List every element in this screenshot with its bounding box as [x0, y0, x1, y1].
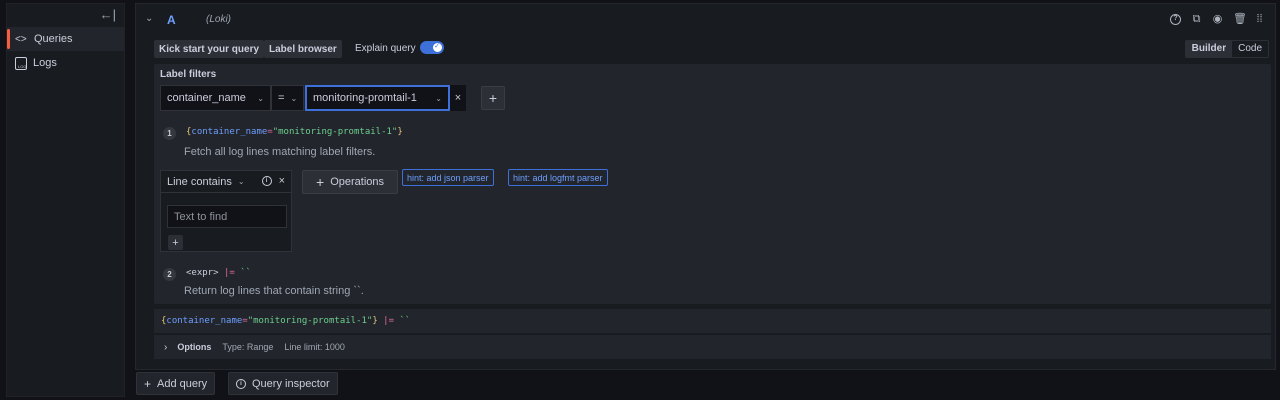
code-key: container_name [166, 316, 243, 326]
logs-icon [15, 56, 27, 70]
query-options-row[interactable]: › Options Type: Range Line limit: 1000 [154, 335, 1271, 359]
query-inspector-button[interactable]: i Query inspector [228, 372, 338, 395]
code-operator: |= [223, 268, 235, 278]
options-type: Type: Range [222, 342, 274, 352]
step-number: 2 [163, 268, 176, 281]
code-string: `` [240, 268, 252, 278]
step-description: Return log lines that contain string ``. [184, 285, 364, 297]
hint-logfmt-parser[interactable]: hint: add logfmt parser [508, 169, 608, 186]
chevron-down-icon: ⌄ [257, 93, 264, 103]
add-operation-button[interactable]: + Operations [302, 170, 398, 194]
operation-header: Line contains ⌄ i × [161, 171, 291, 193]
operation-title[interactable]: Line contains [167, 176, 232, 188]
value-select-value: monitoring-promtail-1 [313, 92, 417, 104]
code-mode-button[interactable]: Code [1232, 41, 1268, 57]
chevron-down-icon[interactable]: ⌄ [238, 177, 245, 186]
chevron-down-icon: ⌄ [435, 93, 442, 103]
raw-query-preview: {container_name = "monitoring-promtail-1"}… [154, 309, 1271, 333]
query-inspector-label: Query inspector [252, 377, 330, 390]
info-icon[interactable]: i [261, 176, 272, 186]
help-icon[interactable]: ? [1170, 14, 1181, 25]
operations-label: Operations [330, 176, 384, 188]
label-select-value: container_name [167, 92, 246, 104]
sidebar-item-logs[interactable]: Logs [7, 51, 124, 75]
operator-select[interactable]: = ⌄ [271, 85, 304, 111]
operation-card: Line contains ⌄ i × + [160, 170, 292, 252]
hint-json-parser[interactable]: hint: add json parser [402, 169, 494, 186]
collapse-sidebar-icon[interactable]: ←| [100, 7, 116, 22]
datasource-name: (Loki) [206, 14, 232, 25]
info-icon: i [236, 378, 246, 389]
chevron-down-icon: ⌄ [290, 93, 298, 103]
add-filter-button[interactable]: + [481, 86, 505, 110]
trash-icon[interactable]: 🗑 [1233, 14, 1247, 25]
sidebar-item-queries[interactable]: <> Queries [7, 27, 124, 51]
plus-icon: + [316, 174, 325, 190]
query-ref-id[interactable]: A [167, 13, 176, 27]
remove-filter-button[interactable]: × [450, 85, 466, 111]
operator-select-value: = [278, 92, 285, 104]
operation-actions: i × [261, 175, 285, 187]
explain-query-label: Explain query [355, 43, 416, 54]
step-description: Fetch all log lines matching label filte… [184, 146, 376, 158]
label-select[interactable]: container_name ⌄ [160, 85, 271, 111]
value-select[interactable]: monitoring-promtail-1 ⌄ [305, 85, 450, 111]
code-operator: |= [383, 316, 395, 326]
add-param-button[interactable]: + [168, 235, 183, 250]
code-string: "monitoring-promtail-1" [272, 127, 398, 137]
duplicate-icon[interactable]: ⧉ [1191, 14, 1202, 25]
line-contains-input[interactable] [167, 205, 287, 228]
explain-query-toggle[interactable]: ✓ [420, 41, 444, 54]
kick-start-button[interactable]: Kick start your query [154, 40, 265, 58]
scrollbar[interactable] [1276, 0, 1280, 400]
code-string: "monitoring-promtail-1" [247, 316, 373, 326]
row-actions: ? ⧉ ◉ 🗑 ⁞⁞ [1170, 14, 1265, 25]
drag-handle-icon[interactable]: ⁞⁞ [1254, 14, 1265, 25]
code-brace: } [372, 316, 378, 326]
options-line-limit: Line limit: 1000 [284, 342, 345, 352]
step-code: <expr> |= `` [186, 268, 251, 278]
plus-icon: + [144, 376, 152, 391]
code-string: `` [399, 316, 411, 326]
eye-icon[interactable]: ◉ [1212, 14, 1223, 25]
query-row-header: ⌄ A (Loki) ? ⧉ ◉ 🗑 ⁞⁞ [136, 4, 1275, 36]
options-title[interactable]: Options [177, 342, 211, 352]
add-query-label: Add query [157, 377, 208, 390]
code-brace: } [397, 127, 403, 137]
add-query-button[interactable]: + Add query [136, 372, 216, 395]
collapse-row-icon[interactable]: ⌄ [145, 13, 153, 24]
code-expr: <expr> [186, 268, 219, 278]
query-builder: Label filters container_name ⌄ = ⌄ monitor… [154, 64, 1271, 304]
sidebar-item-label: Queries [34, 33, 73, 45]
close-icon[interactable]: × [279, 175, 285, 187]
query-editor-panel: ⌄ A (Loki) ? ⧉ ◉ 🗑 ⁞⁞ Kick start your qu… [135, 3, 1276, 370]
sidebar-item-label: Logs [33, 57, 57, 69]
builder-mode-button[interactable]: Builder [1185, 41, 1233, 57]
editor-mode-switch: Builder Code [1184, 40, 1269, 58]
code-icon: <> [15, 33, 27, 45]
step-code: {container_name="monitoring-promtail-1"} [186, 127, 403, 137]
chevron-right-icon[interactable]: › [164, 342, 167, 353]
sidebar: ←| <> Queries Logs [6, 3, 125, 397]
code-key: container_name [191, 127, 268, 137]
label-browser-button[interactable]: Label browser [264, 40, 342, 58]
label-filters-title: Label filters [160, 69, 217, 80]
step-number: 1 [163, 127, 176, 140]
